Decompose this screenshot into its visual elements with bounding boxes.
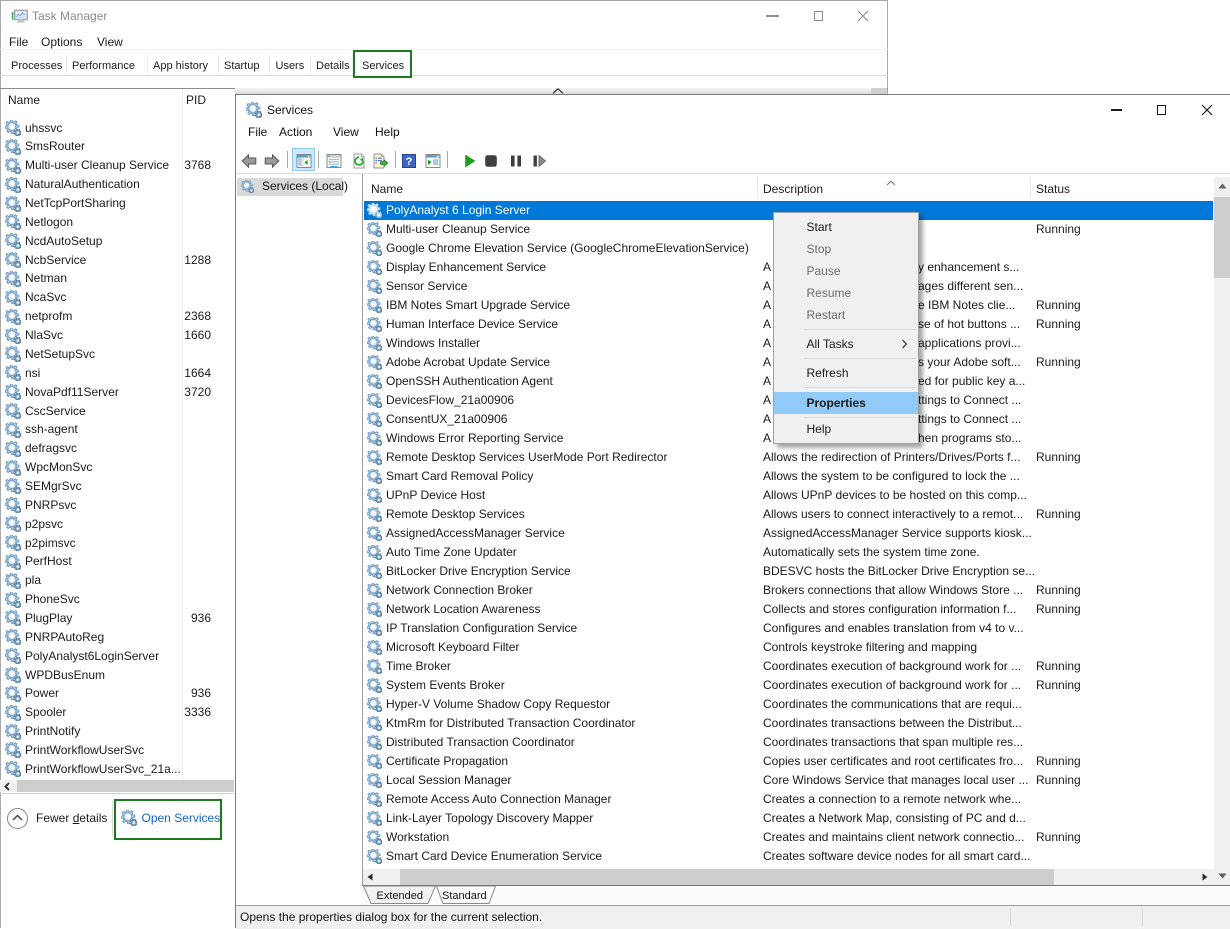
svg-text:Standard: Standard [442,890,487,902]
svg-text:Extended: Extended [376,890,422,902]
svg-text:?: ? [406,156,413,168]
